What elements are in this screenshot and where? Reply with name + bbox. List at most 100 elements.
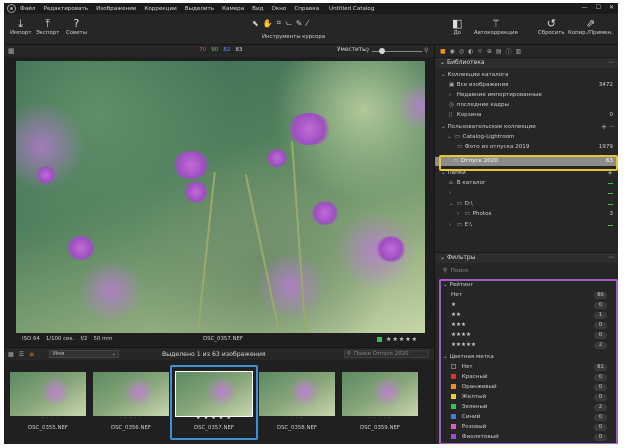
color-readout: 70 90 82 83 [199,47,243,53]
add-icon[interactable]: + [601,123,607,132]
folder-in-catalog[interactable]: ⌂ В каталог [435,179,618,188]
library-section-header[interactable]: ⌄ Библиотека ⋯ [435,57,618,68]
folder-drive-d[interactable]: ⌄ ▭ D:\ [435,200,618,209]
filters-search-input[interactable]: ⚲ Поиск [435,267,618,276]
export-button[interactable]: ⤒ Экспорт [36,17,59,36]
copy-apply-button[interactable]: ⇗ Копир./Примен. [568,17,613,36]
filters-section-header[interactable]: ⌄ Фильтры ⋯ [435,252,618,263]
exposure-tab-icon[interactable]: ☼ [477,48,482,55]
minimize-icon[interactable]: — [582,4,588,11]
chevron-down-icon: ⌄ [449,201,454,207]
before-label: До [453,30,461,36]
pan-tool-icon[interactable]: ✋ [263,19,273,28]
image-viewer[interactable]: ISO 64 1/100 сек. f/2 50 mm DSC_0357.NEF… [4,57,434,347]
folder-blank[interactable]: › [435,189,618,198]
thumbnail-name: DSC_0356.NEF [110,425,151,431]
thumbnail-stars[interactable]: · · · · · [10,416,86,422]
maximize-icon[interactable]: ☐ [596,4,601,11]
menu-select[interactable]: Выделить [185,6,214,12]
before-button[interactable]: ◧ До [452,17,462,36]
collection-recent-captures[interactable]: ◷ последние кадры [435,101,618,110]
menu-window[interactable]: Окно [271,6,286,12]
thumbnail-image[interactable] [93,372,169,416]
thumbnail[interactable]: · · · · · DSC_0358.NEF [259,372,335,432]
star-icon[interactable]: ★ [392,336,397,343]
readout-blue: 82 [223,47,231,53]
zoom-out-icon[interactable]: ⚲ [365,47,369,54]
collection-all-images[interactable]: ▣ Все изображения 3472 [435,81,618,90]
menu-help[interactable]: Справка [294,6,319,12]
menu-adjustments[interactable]: Коррекции [144,6,176,12]
collection-trash[interactable]: ▯ Корзина 0 [435,111,618,120]
star-icon[interactable]: ★ [412,336,417,343]
library-tab-icon[interactable]: ■ [440,48,446,55]
collection-vacation-2019[interactable]: ▭ Фото из отпуска 2019 1979 [435,143,618,152]
filters-title: Фильтры [446,254,476,261]
in-catalog-label: В каталог [456,180,486,186]
main-photo[interactable] [16,61,425,333]
close-icon[interactable]: ✕ [609,4,614,11]
more-icon[interactable]: ⋯ [608,58,614,68]
capture-tab-icon[interactable]: ◉ [450,48,455,55]
trash-label: Корзина [456,112,482,118]
more-icon[interactable]: ⋯ [609,123,615,132]
lens-tab-icon[interactable]: ◎ [459,48,464,55]
star-icon[interactable]: ★ [405,336,410,343]
more-icon[interactable]: ⋯ [608,253,614,263]
sort-select[interactable]: Имя ⌄ [49,350,119,358]
filmstrip-view-icon[interactable]: ≡ [29,351,34,358]
thumbnail[interactable]: · · · · · DSC_0359.NEF [342,372,418,432]
adjust-tab-icon[interactable]: ▤ [496,48,502,55]
thumbnail-stars[interactable]: · · · · · [259,416,335,422]
photo-rating[interactable]: ★ ★ ★ ★ ★ [377,336,417,343]
grid-view-icon[interactable]: ▦ [8,351,14,358]
thumbnail-stars[interactable]: · · · · · [342,416,418,422]
details-tab-icon[interactable]: ⊕ [487,48,492,55]
star-icon[interactable]: ★ [386,336,391,343]
menu-edit[interactable]: Редактировать [43,6,88,12]
chevron-down-icon: ⌄ [441,72,446,78]
autocorrect-button[interactable]: ⚚ Автокоррекция [474,17,518,36]
thumbnail-image[interactable] [342,372,418,416]
collection-recent-imports[interactable]: › Недавние импортированные [435,91,618,100]
zoom-in-icon[interactable]: ⚲ [424,47,428,54]
menu-image[interactable]: Изображение [96,6,136,12]
thumbnail-name: DSC_0359.NEF [359,425,400,431]
metadata-tab-icon[interactable]: ⓘ [506,47,512,56]
picker-tool-icon[interactable]: ⁄ [306,19,307,28]
browser-search-input[interactable]: ⚲ Поиск Отпуск 2020 [344,350,429,358]
menu-camera[interactable]: Камера [222,6,244,12]
zoom-fit-label[interactable]: Уместить [337,47,366,53]
thumbnail-stars[interactable]: · · · · · [93,416,169,422]
brush-tool-icon[interactable]: ✎ [296,19,303,28]
menu-file[interactable]: Файл [20,6,35,12]
straighten-tool-icon[interactable]: ⦦ [285,18,292,28]
user-collections-header[interactable]: ⌄ Пользовательские коллекции + ⋯ [435,123,618,132]
collection-catalog-lightroom[interactable]: ⌄ ▭ Catalog-Lightroom [435,133,618,142]
chevron-right-icon: › [449,92,452,98]
main-toolbar: ⤓ Импорт ⤒ Экспорт ? Советы ⬉ ✋ ⌗ ⦦ ✎ ⁄ … [4,14,618,45]
reset-button[interactable]: ↺ Сбросить [538,17,565,36]
chevron-right-icon: › [457,211,460,217]
crop-tool-icon[interactable]: ⌗ [277,18,282,28]
select-tool-icon[interactable]: ⬉ [252,19,259,28]
thumbnail-image[interactable] [10,372,86,416]
import-button[interactable]: ⤓ Импорт [10,17,31,36]
menu-view[interactable]: Вид [252,6,263,12]
catalog-collections-header[interactable]: ⌄ Коллекции каталога [435,71,618,80]
list-view-icon[interactable]: ☰ [19,351,24,358]
color-tag-green[interactable] [377,336,383,342]
thumbnail[interactable]: · · · · · DSC_0356.NEF [93,372,169,432]
readout-luma: 83 [235,47,243,53]
color-tab-icon[interactable]: ◐ [468,48,473,55]
photo-info-bar: ISO 64 1/100 сек. f/2 50 mm DSC_0357.NEF… [16,333,425,345]
viewer-mode-icon[interactable]: ▦ [8,47,15,55]
folder-drive-e[interactable]: › ▭ E:\ [435,221,618,230]
batch-tab-icon[interactable]: ▥ [516,48,522,55]
zoom-slider-handle[interactable] [379,48,385,54]
folder-photos[interactable]: › ▭ Photos 3 [435,210,618,219]
tips-button[interactable]: ? Советы [66,17,87,36]
thumbnail-image[interactable] [259,372,335,416]
star-icon[interactable]: ★ [399,336,404,343]
thumbnail[interactable]: · · · · · DSC_0355.NEF [10,372,86,432]
